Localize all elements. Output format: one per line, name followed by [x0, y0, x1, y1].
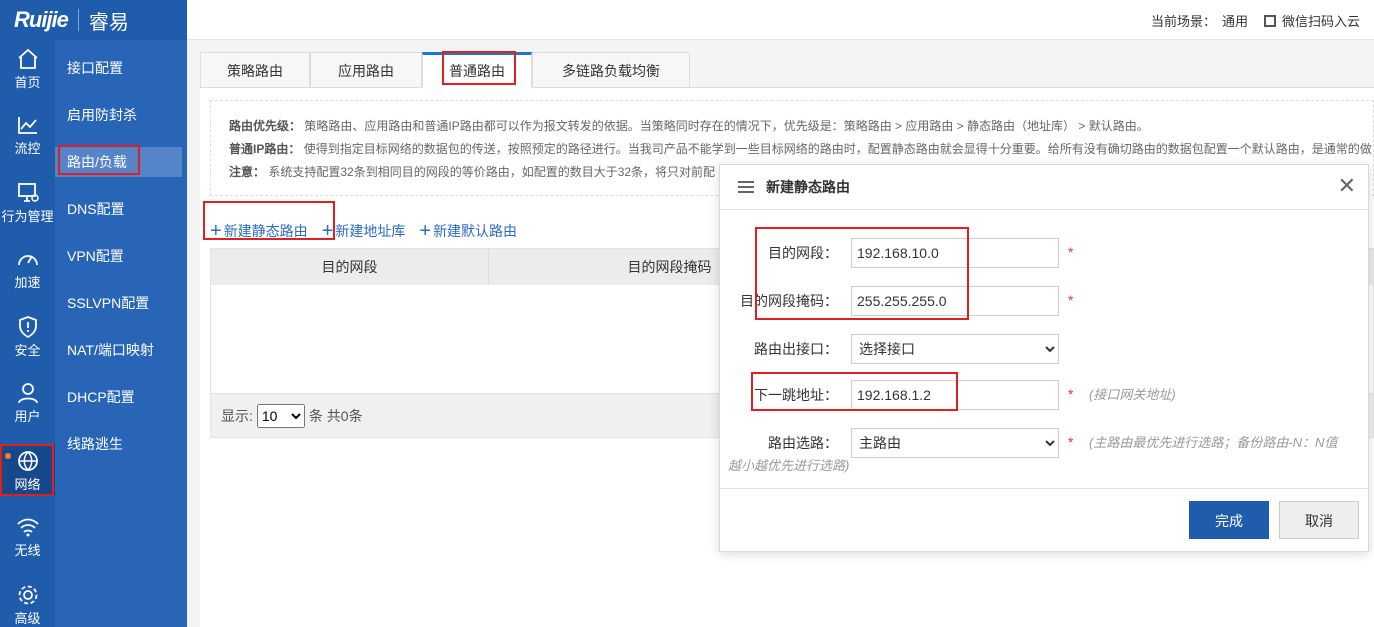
- required-mark: *: [1068, 244, 1074, 260]
- primary-nav: 首页 流控 行为管理 加速 安全 用户 网络 无线 高级: [0, 40, 55, 627]
- subnav-item[interactable]: 接口配置: [55, 53, 187, 83]
- notice-line: 路由优先级： 策略路由、应用路由和普通IP路由都可以作为报文转发的依据。当策略同…: [229, 119, 1149, 133]
- next-hop-hint: (接口网关地址): [1089, 387, 1176, 402]
- route-select-hint-cont: 越小越优先进行选路): [728, 458, 850, 473]
- new-default-route-button[interactable]: + 新建默认路由: [419, 221, 517, 241]
- brand-logo: Ruijie: [14, 7, 69, 32]
- tab-app-route[interactable]: 应用路由: [310, 52, 422, 88]
- subnav-item[interactable]: 启用防封杀: [55, 100, 187, 130]
- new-static-route-dialog: 新建静态路由 ✕ 目的网段： * 目的网段掩码： * 路由出接口： 选择接口 下…: [719, 164, 1369, 552]
- notice-line: 普通IP路由： 使得到指定目标网络的数据包的传送，按照预定的路径进行。当我司产品…: [229, 142, 1372, 156]
- column-header[interactable]: 目的网段: [211, 249, 489, 285]
- tab-policy-route[interactable]: 策略路由: [200, 52, 310, 88]
- nav-label: 高级: [14, 611, 41, 626]
- home-icon: [17, 48, 38, 69]
- dialog-title: 新建静态路由: [766, 179, 850, 195]
- gauge-icon: [17, 255, 38, 266]
- route-select-row: 路由选路： 主路由 * (主路由最优先进行选路；备份路由-N：N值: [720, 428, 1368, 458]
- nav-advanced[interactable]: 高级: [0, 578, 55, 627]
- highlight-box: [755, 227, 969, 320]
- highlight-box: [203, 201, 335, 240]
- highlight-box: [0, 444, 54, 496]
- out-interface-label: 路由出接口：: [754, 341, 838, 357]
- subnav-item[interactable]: DHCP配置: [55, 382, 187, 412]
- tab-bar: 策略路由 应用路由 普通路由 多链路负载均衡: [200, 52, 1374, 88]
- close-icon[interactable]: ✕: [1338, 175, 1356, 197]
- logo-divider: [77, 9, 79, 31]
- nav-label: 无线: [14, 543, 41, 558]
- nav-label: 用户: [14, 409, 41, 424]
- plus-icon: +: [419, 220, 432, 242]
- product-name: 睿易: [88, 11, 129, 34]
- nav-wireless[interactable]: 无线: [0, 510, 55, 568]
- page-size-label: 显示:: [221, 407, 253, 424]
- scene-value[interactable]: 通用: [1222, 11, 1248, 30]
- out-interface-row: 路由出接口： 选择接口: [720, 334, 1368, 364]
- subnav-item[interactable]: DNS配置: [55, 194, 187, 224]
- subnav-item[interactable]: SSLVPN配置: [55, 288, 187, 318]
- nav-home[interactable]: 首页: [0, 42, 55, 100]
- nav-user[interactable]: 用户: [0, 376, 55, 434]
- shield-icon: [18, 316, 37, 338]
- nav-security[interactable]: 安全: [0, 310, 55, 368]
- highlight-box: [751, 372, 958, 411]
- top-bar: Ruijie 睿易 当前场景： 通用 微信扫码入云: [0, 0, 1374, 40]
- route-select-dropdown[interactable]: 主路由: [851, 428, 1059, 458]
- logo: Ruijie 睿易: [0, 0, 187, 40]
- cancel-button[interactable]: 取消: [1279, 501, 1359, 539]
- record-count: 条 共0条: [308, 407, 363, 424]
- nav-label: 行为管理: [1, 209, 54, 224]
- wifi-icon: [16, 518, 39, 537]
- confirm-button[interactable]: 完成: [1189, 501, 1269, 539]
- nav-label: 加速: [14, 275, 41, 290]
- subnav-item[interactable]: 线路逃生: [55, 429, 187, 459]
- menu-icon: [738, 181, 754, 193]
- nav-behavior[interactable]: 行为管理: [0, 176, 55, 234]
- tab-multilink-balance[interactable]: 多链路负载均衡: [532, 52, 690, 88]
- route-select-hint: (主路由最优先进行选路；备份路由-N：N值: [1089, 435, 1338, 450]
- header-right: 当前场景： 通用 微信扫码入云: [1151, 11, 1360, 30]
- highlight-box: [442, 51, 516, 85]
- user-icon: [17, 383, 38, 404]
- secondary-nav: 接口配置 启用防封杀 路由/负载 DNS配置 VPN配置 SSLVPN配置 NA…: [55, 40, 187, 627]
- wechat-cloud-link[interactable]: 微信扫码入云: [1282, 11, 1360, 30]
- required-mark: *: [1068, 292, 1074, 308]
- subnav-item[interactable]: VPN配置: [55, 241, 187, 271]
- monitor-icon: [17, 183, 39, 202]
- nav-traffic[interactable]: 流控: [0, 108, 55, 166]
- chart-icon: [17, 117, 37, 134]
- scene-label: 当前场景：: [1150, 14, 1216, 29]
- dialog-header: 新建静态路由 ✕: [720, 165, 1368, 210]
- gear-icon: [18, 585, 37, 605]
- out-interface-select[interactable]: 选择接口: [851, 334, 1059, 364]
- highlight-box: [58, 145, 140, 175]
- required-mark: *: [1068, 434, 1074, 450]
- subnav-item[interactable]: NAT/端口映射: [55, 335, 187, 365]
- nav-label: 首页: [14, 75, 41, 90]
- dialog-footer: 完成 取消: [720, 488, 1368, 553]
- qr-code-icon: [1263, 14, 1276, 27]
- nav-label: 流控: [14, 141, 41, 156]
- page-size-select[interactable]: 10: [256, 403, 305, 428]
- route-select-label: 路由选路：: [768, 435, 838, 451]
- required-mark: *: [1068, 386, 1074, 402]
- nav-label: 安全: [14, 343, 41, 358]
- nav-accelerate[interactable]: 加速: [0, 242, 55, 300]
